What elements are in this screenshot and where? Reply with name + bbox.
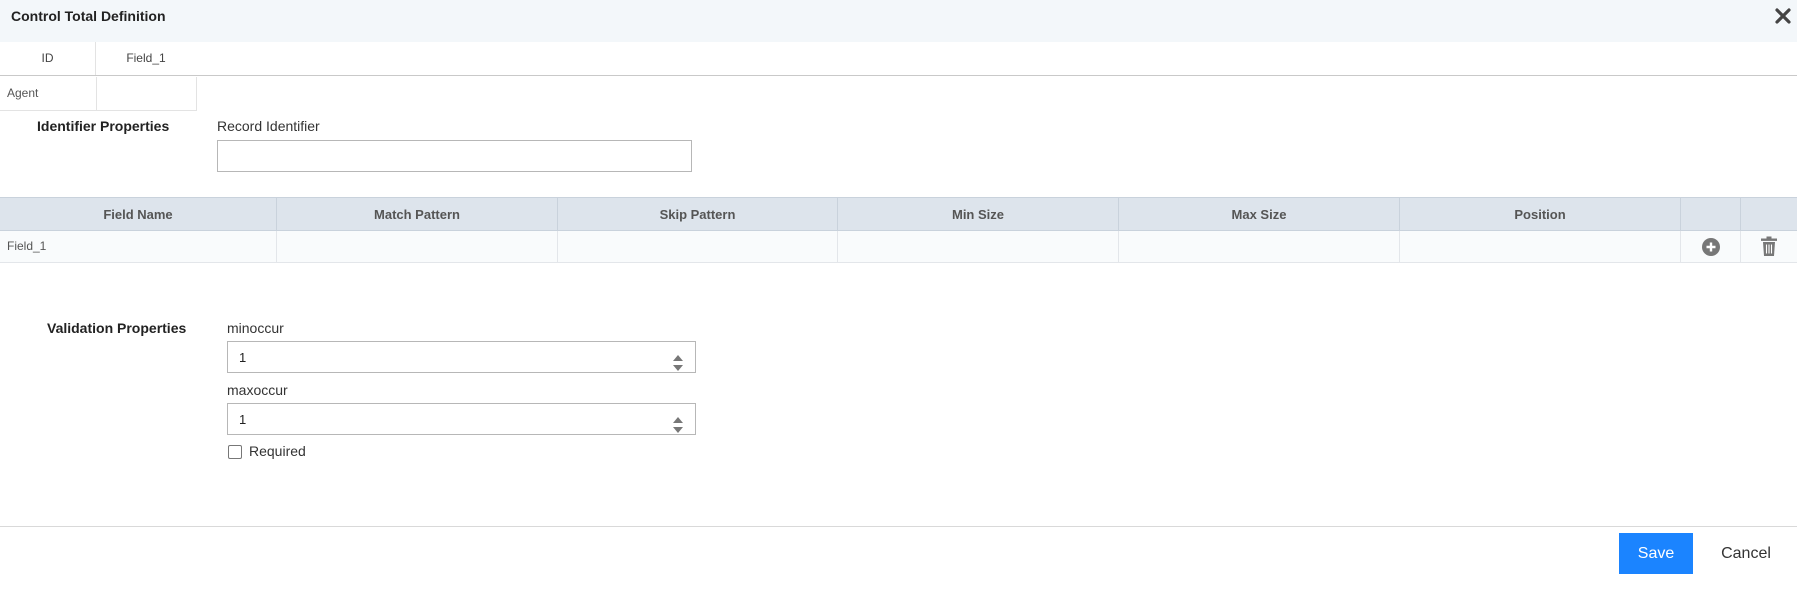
header-max-size[interactable]: Max Size <box>1119 198 1400 231</box>
cell-delete <box>1741 231 1797 262</box>
cell-match-pattern[interactable] <box>277 231 558 262</box>
id-label: ID <box>0 42 96 75</box>
delete-row-button[interactable] <box>1760 236 1778 269</box>
dialog-title: Control Total Definition <box>11 8 166 24</box>
header-position[interactable]: Position <box>1400 198 1681 231</box>
header-field-name[interactable]: Field Name <box>0 198 277 231</box>
minoccur-decrement-button[interactable] <box>672 359 684 371</box>
save-button[interactable]: Save <box>1619 533 1693 574</box>
table-header: Field Name Match Pattern Skip Pattern Mi… <box>0 197 1797 231</box>
plus-circle-icon <box>1702 238 1720 256</box>
validation-properties-label: Validation Properties <box>47 320 187 336</box>
id-value: Field_1 <box>126 51 166 65</box>
minoccur-value: 1 <box>239 350 247 365</box>
maxoccur-value: 1 <box>239 412 247 427</box>
maxoccur-stepper[interactable]: 1 <box>227 403 696 435</box>
record-identifier-input[interactable] <box>217 140 692 172</box>
maxoccur-increment-button[interactable] <box>672 411 684 423</box>
header-match-pattern[interactable]: Match Pattern <box>277 198 558 231</box>
caret-down-icon <box>673 427 683 433</box>
agent-label: Agent <box>0 77 97 111</box>
header-delete-column <box>1741 198 1797 231</box>
close-icon <box>1775 8 1791 24</box>
minoccur-stepper[interactable]: 1 <box>227 341 696 373</box>
required-label: Required <box>249 443 306 459</box>
minoccur-label: minoccur <box>227 320 284 336</box>
caret-down-icon <box>673 365 683 371</box>
identifier-properties-label: Identifier Properties <box>37 118 170 134</box>
cell-field-name[interactable]: Field_1 <box>0 231 277 262</box>
fields-table: Field Name Match Pattern Skip Pattern Mi… <box>0 197 1797 263</box>
header-skip-pattern[interactable]: Skip Pattern <box>558 198 838 231</box>
cell-add <box>1681 231 1741 262</box>
cell-skip-pattern[interactable] <box>558 231 838 262</box>
cell-position[interactable] <box>1400 231 1681 262</box>
close-button[interactable] <box>1769 4 1797 30</box>
footer-divider <box>0 526 1797 527</box>
agent-value[interactable] <box>97 77 197 111</box>
cell-max-size[interactable] <box>1119 231 1400 262</box>
trash-icon <box>1761 236 1777 256</box>
maxoccur-label: maxoccur <box>227 382 288 398</box>
add-row-button[interactable] <box>1701 237 1721 269</box>
control-total-dialog: Control Total Definition ID Field_1 Agen… <box>0 0 1797 595</box>
required-checkbox[interactable] <box>228 445 242 459</box>
header-min-size[interactable]: Min Size <box>838 198 1119 231</box>
dialog-header: Control Total Definition <box>0 0 1797 42</box>
id-row: ID Field_1 <box>0 42 1797 76</box>
maxoccur-decrement-button[interactable] <box>672 421 684 433</box>
header-add-column <box>1681 198 1741 231</box>
table-row: Field_1 <box>0 231 1797 263</box>
record-identifier-label: Record Identifier <box>217 118 320 134</box>
minoccur-increment-button[interactable] <box>672 349 684 361</box>
cancel-button[interactable]: Cancel <box>1710 533 1782 574</box>
cell-min-size[interactable] <box>838 231 1119 262</box>
